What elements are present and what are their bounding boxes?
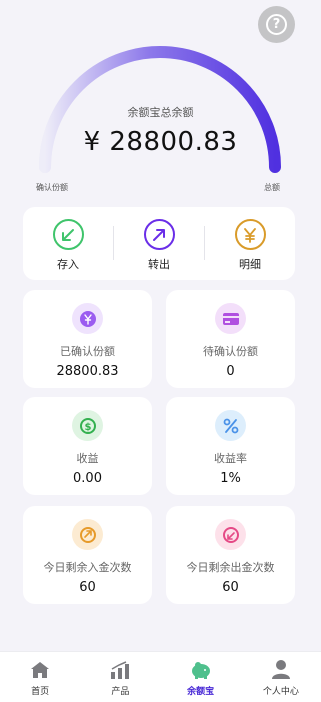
card-value: 60	[222, 580, 239, 595]
arrow-up-right-icon	[143, 219, 175, 250]
card-label: 已确认份额	[60, 345, 115, 358]
pending-share-card[interactable]: 待确认份额 0	[166, 290, 295, 388]
withdraw-count-icon	[215, 519, 246, 550]
card-value: 28800.83	[56, 364, 119, 379]
nav-label: 首页	[31, 687, 50, 697]
details-label: 明细	[239, 258, 261, 271]
card-value: 0	[226, 364, 235, 379]
yen-icon	[234, 219, 266, 250]
bottom-nav: 首页 产品 余额宝 个人中心	[0, 651, 321, 702]
nav-item-profile[interactable]: 个人中心	[241, 652, 321, 702]
confirmed-share-card[interactable]: 已确认份额 28800.83	[23, 290, 152, 388]
svg-text:$: $	[84, 422, 91, 433]
arrow-down-left-icon	[52, 219, 84, 250]
card-value: 0.00	[73, 471, 102, 486]
action-bar: 存入 转出 明细	[23, 207, 295, 280]
piggy-bank-icon	[190, 657, 212, 679]
details-button[interactable]: 明细	[205, 207, 295, 280]
withdraw-label: 转出	[148, 258, 170, 271]
deposit-button[interactable]: 存入	[23, 207, 113, 280]
user-icon	[270, 657, 292, 679]
card-label: 收益率	[214, 452, 247, 465]
total-balance: ¥ 28800.83	[83, 127, 238, 157]
home-icon	[29, 657, 51, 679]
refresh-dollar-icon: $	[72, 410, 103, 441]
yield-rate-card[interactable]: 收益率 1%	[166, 397, 295, 495]
withdraw-count-card[interactable]: 今日剩余出金次数 60	[166, 506, 295, 604]
withdraw-button[interactable]: 转出	[114, 207, 204, 280]
balance-gauge	[39, 46, 281, 173]
card-label: 今日剩余入金次数	[43, 561, 132, 574]
nav-label: 个人中心	[262, 687, 299, 697]
earnings-card[interactable]: $ 收益 0.00	[23, 397, 152, 495]
nav-item-home[interactable]: 首页	[0, 652, 80, 702]
card-label: 今日剩余出金次数	[186, 561, 275, 574]
gauge-left-label: 确认份额	[36, 183, 68, 192]
card-value: 60	[79, 580, 96, 595]
gauge-right-label: 总额	[264, 183, 280, 192]
card-label: 待确认份额	[203, 345, 258, 358]
card-icon	[215, 303, 246, 334]
bar-chart-icon	[109, 657, 131, 679]
gauge-title: 余额宝总余额	[127, 106, 194, 119]
card-value: 1%	[220, 471, 241, 486]
nav-label: 产品	[111, 687, 130, 697]
deposit-count-icon	[72, 519, 103, 550]
nav-item-products[interactable]: 产品	[80, 652, 160, 702]
percent-icon	[215, 410, 246, 441]
deposit-label: 存入	[57, 258, 79, 271]
nav-item-yuebao[interactable]: 余额宝	[161, 652, 241, 702]
deposit-count-card[interactable]: 今日剩余入金次数 60	[23, 506, 152, 604]
card-label: 收益	[76, 452, 99, 465]
nav-label: 余额宝	[187, 687, 215, 697]
yen-badge-icon	[72, 303, 103, 334]
